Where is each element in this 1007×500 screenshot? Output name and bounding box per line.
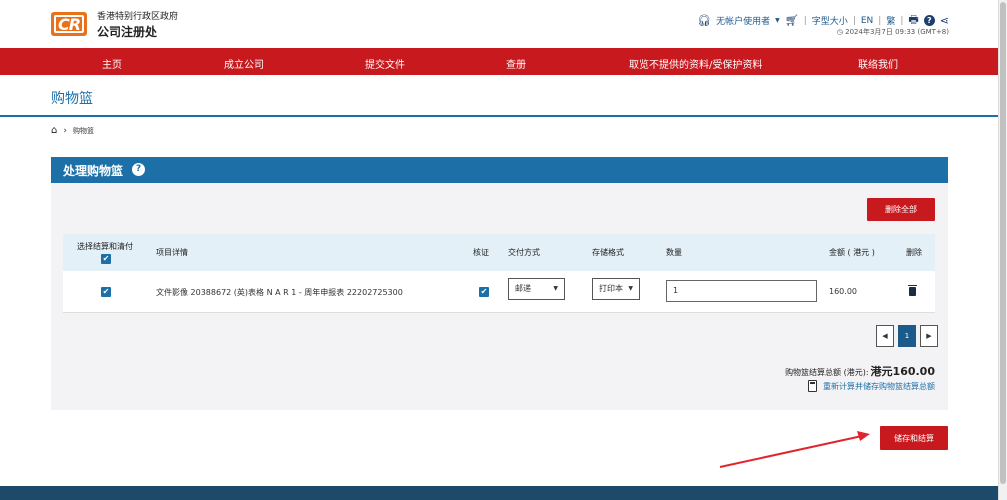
scrollbar-thumb[interactable] (1000, 2, 1006, 484)
annotation-arrow (719, 431, 870, 468)
scrollbar[interactable] (998, 0, 1007, 500)
footer (0, 486, 998, 500)
